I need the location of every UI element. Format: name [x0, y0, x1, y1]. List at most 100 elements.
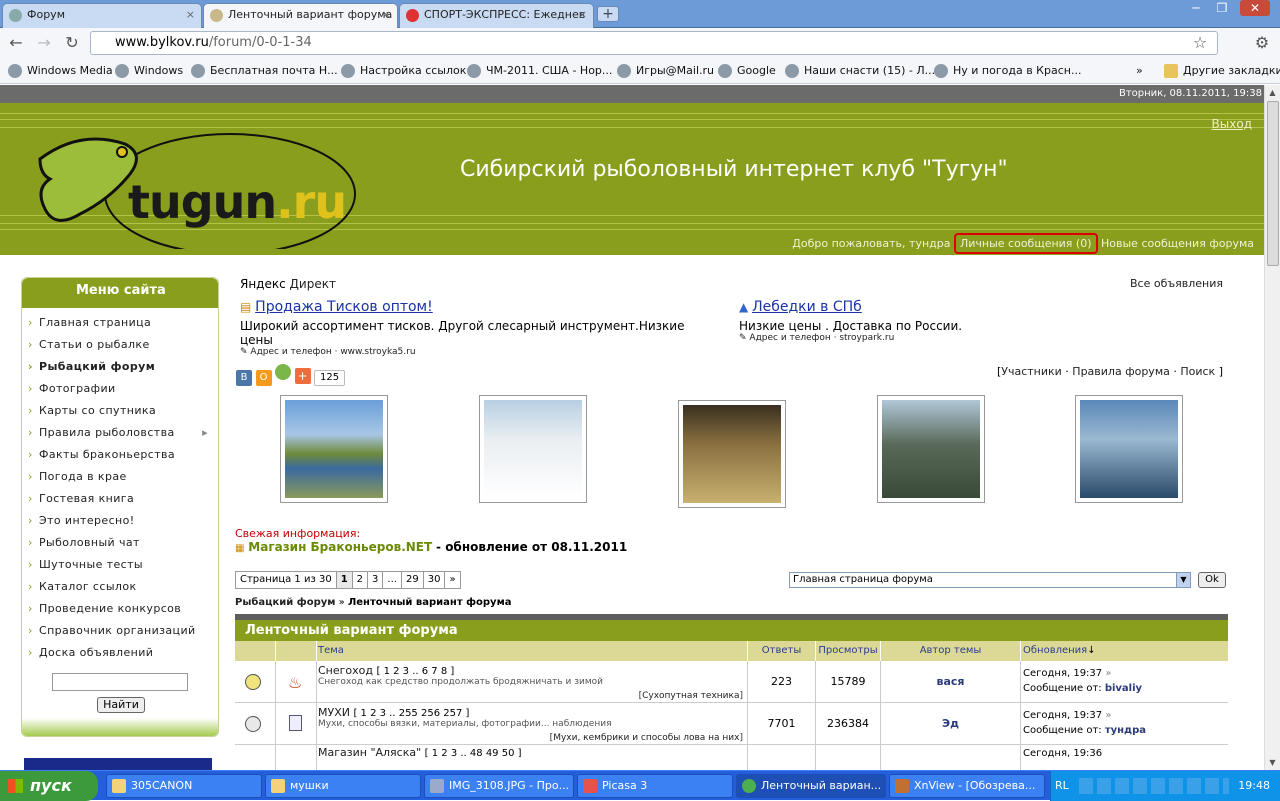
- tab-close-icon[interactable]: ×: [382, 4, 391, 26]
- menu-item-forum[interactable]: Рыбацкий форум: [22, 356, 218, 378]
- bookmark-item[interactable]: ЧМ-2011. США - Нор...: [467, 62, 612, 80]
- breadcrumb-forum-link[interactable]: Рыбацкий форум: [235, 597, 335, 608]
- minimize-button[interactable]: ─: [1184, 0, 1208, 16]
- scroll-down-icon[interactable]: ▼: [1265, 755, 1280, 770]
- bookmark-star-icon[interactable]: ☆: [1190, 33, 1210, 53]
- page-2[interactable]: 2: [351, 571, 369, 589]
- bookmark-item[interactable]: Игры@Mail.ru: [617, 62, 714, 80]
- odnoklassniki-share-icon[interactable]: О: [255, 370, 272, 386]
- column-replies[interactable]: Ответы: [748, 641, 816, 661]
- ad-title-link[interactable]: Лебедки в СПб: [752, 299, 862, 315]
- start-button[interactable]: пуск: [0, 771, 98, 801]
- bookmark-item[interactable]: Google: [718, 62, 776, 80]
- tab-close-icon[interactable]: ×: [578, 4, 587, 26]
- column-author-link[interactable]: Автор темы: [920, 645, 982, 656]
- tab-forum[interactable]: Форум ×: [2, 3, 202, 28]
- photo-thumbnail[interactable]: [280, 395, 388, 503]
- goto-last-icon[interactable]: »: [1105, 710, 1111, 721]
- bookmark-item[interactable]: Windows: [115, 62, 183, 80]
- column-topic-link[interactable]: Тема: [318, 645, 344, 656]
- topic-author-name[interactable]: Эд: [942, 717, 959, 730]
- menu-item-home[interactable]: Главная страница: [22, 312, 218, 334]
- back-button[interactable]: ←: [6, 33, 26, 53]
- taskbar-item[interactable]: XnView - [Обозрева...: [889, 774, 1045, 798]
- find-button[interactable]: Найти: [97, 697, 145, 713]
- fresh-info-link[interactable]: Магазин Браконьеров.NET: [248, 540, 432, 554]
- bookmark-item[interactable]: Windows Media: [8, 62, 113, 80]
- new-tab-button[interactable]: +: [597, 6, 619, 22]
- vk-share-icon[interactable]: В: [236, 370, 252, 386]
- topic-title-link[interactable]: МУХИ: [318, 706, 350, 719]
- menu-item-maps[interactable]: Карты со спутника: [22, 400, 218, 422]
- tab-ribbon-forum[interactable]: Ленточный вариант форума ×: [203, 3, 398, 29]
- site-search-input[interactable]: [52, 673, 188, 691]
- scrollbar-thumb[interactable]: [1267, 101, 1279, 266]
- topic-category-link[interactable]: Сухопутная техника: [642, 691, 739, 701]
- topic-pages[interactable]: [ 1 2 3 .. 6 7 8 ]: [377, 666, 455, 677]
- topic-pages[interactable]: [ 1 2 3 .. 48 49 50 ]: [425, 748, 522, 759]
- other-bookmarks[interactable]: Другие закладки: [1164, 62, 1280, 80]
- menu-item-interesting[interactable]: Это интересно!: [22, 510, 218, 532]
- tray-icons[interactable]: [1079, 778, 1229, 794]
- menu-item-articles[interactable]: Статьи о рыбалке: [22, 334, 218, 356]
- topic-pages[interactable]: [ 1 2 3 .. 255 256 257 ]: [353, 708, 469, 719]
- taskbar-item[interactable]: Picasa 3: [577, 774, 733, 798]
- forum-jump-select[interactable]: Главная страница форума ▼: [789, 572, 1191, 588]
- taskbar-item[interactable]: 305CANON: [106, 774, 262, 798]
- all-ads-link[interactable]: Все объявления: [1130, 277, 1223, 290]
- bookmark-item[interactable]: Настройка ссылок: [341, 62, 466, 80]
- forward-button[interactable]: →: [34, 33, 54, 53]
- column-views-link[interactable]: Просмотры: [818, 645, 877, 656]
- members-link[interactable]: Участники: [1001, 365, 1062, 378]
- mailru-share-icon[interactable]: [275, 364, 291, 380]
- column-views[interactable]: Просмотры: [816, 641, 881, 661]
- forum-rules-link[interactable]: Правила форума: [1072, 365, 1170, 378]
- goto-last-icon[interactable]: »: [1105, 668, 1111, 679]
- private-messages-link[interactable]: Личные сообщения (0): [960, 237, 1092, 250]
- tab-sport-express[interactable]: СПОРТ-ЭКСПРЕСС: Ежеднев ×: [399, 3, 594, 28]
- last-poster[interactable]: bivaliy: [1105, 683, 1142, 694]
- close-window-button[interactable]: ✕: [1240, 0, 1270, 16]
- taskbar-item[interactable]: мушки: [265, 774, 421, 798]
- menu-item-tests[interactable]: Шуточные тесты: [22, 554, 218, 576]
- page-3[interactable]: 3: [367, 571, 384, 589]
- photo-thumbnail[interactable]: [877, 395, 985, 503]
- forum-jump-ok-button[interactable]: Ok: [1198, 572, 1226, 588]
- photo-thumbnail[interactable]: [678, 400, 786, 508]
- menu-item-guestbook[interactable]: Гостевая книга: [22, 488, 218, 510]
- topic-title-link[interactable]: Снегоход: [318, 664, 373, 677]
- taskbar-item-active[interactable]: Ленточный вариан...: [736, 774, 886, 798]
- page-scrollbar[interactable]: ▲ ▼: [1264, 85, 1280, 770]
- topic-author-name[interactable]: вася: [937, 675, 965, 688]
- menu-item-weather[interactable]: Погода в крае: [22, 466, 218, 488]
- address-bar[interactable]: www.bylkov.ru/forum/0-0-1-34: [90, 31, 1218, 55]
- menu-item-contests[interactable]: Проведение конкурсов: [22, 598, 218, 620]
- ad-title-link[interactable]: Продажа Тисков оптом!: [255, 299, 433, 315]
- last-poster[interactable]: тундра: [1105, 725, 1146, 736]
- search-link[interactable]: Поиск: [1180, 365, 1215, 378]
- bookmarks-more-button[interactable]: »: [1136, 62, 1143, 80]
- column-topic[interactable]: Тема: [317, 641, 748, 661]
- menu-item-directory[interactable]: Справочник организаций: [22, 620, 218, 642]
- more-share-icon[interactable]: +: [294, 368, 311, 384]
- column-updates-link[interactable]: Обновления: [1023, 645, 1087, 656]
- language-indicator[interactable]: RL: [1055, 771, 1069, 801]
- photo-thumbnail[interactable]: [479, 395, 587, 503]
- page-30[interactable]: 30: [422, 571, 446, 589]
- new-posts-link[interactable]: Новые сообщения форума: [1101, 237, 1254, 250]
- reload-button[interactable]: ↻: [62, 33, 82, 53]
- bookmark-item[interactable]: Наши снасти (15) - Л...: [785, 62, 935, 80]
- photo-thumbnail[interactable]: [1075, 395, 1183, 503]
- menu-item-chat[interactable]: Рыболовный чат: [22, 532, 218, 554]
- topic-category-link[interactable]: Мухи, кембрики и способы лова на них: [553, 733, 739, 743]
- page-29[interactable]: 29: [400, 571, 424, 589]
- direct-link[interactable]: Директ: [290, 277, 336, 291]
- taskbar-item[interactable]: IMG_3108.JPG - Про...: [424, 774, 574, 798]
- menu-item-photos[interactable]: Фотографии: [22, 378, 218, 400]
- menu-item-links[interactable]: Каталог ссылок: [22, 576, 218, 598]
- column-author[interactable]: Автор темы: [881, 641, 1021, 661]
- bookmark-item[interactable]: Бесплатная почта Н...: [191, 62, 338, 80]
- topic-author[interactable]: Эд: [881, 703, 1021, 745]
- ad-contact-link[interactable]: Адрес и телефон: [250, 347, 331, 357]
- username-link[interactable]: тундра: [909, 237, 950, 250]
